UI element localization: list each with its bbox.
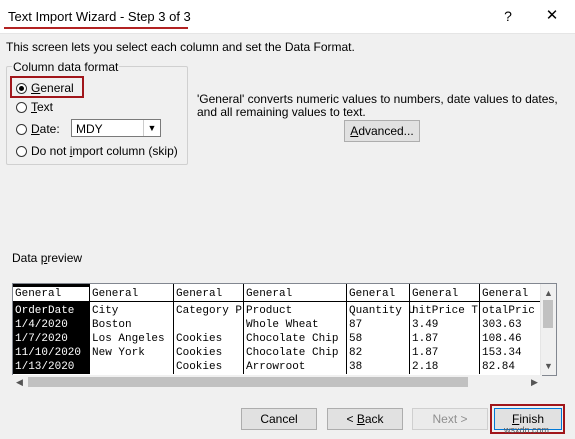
preview-column[interactable]: General Category P Cookies Cookies Cookies xyxy=(174,284,244,374)
header-divider xyxy=(13,301,543,302)
preview-cell: 1/4/2020 xyxy=(15,319,68,331)
preview-cell: 1.87 xyxy=(412,333,439,345)
radio-indicator[interactable] xyxy=(16,145,27,157)
preview-cell: Cookies xyxy=(176,361,223,373)
preview-cell: OrderDate xyxy=(15,305,75,317)
date-radio[interactable]: Date: xyxy=(16,121,60,137)
preview-cell: New York xyxy=(92,347,145,359)
preview-cell: 3.49 xyxy=(412,319,439,331)
preview-column[interactable]: General OrderDate 1/4/2020 1/7/2020 11/10/20… xyxy=(13,284,90,374)
data-preview-label: Data preview xyxy=(12,251,83,265)
preview-cell: 153.34 xyxy=(482,347,522,359)
scroll-up-icon[interactable]: ▲ xyxy=(541,286,556,300)
radio-indicator[interactable] xyxy=(16,123,27,135)
help-button[interactable]: ? xyxy=(496,4,520,28)
preview-cell: Category P xyxy=(176,305,243,317)
title-annotation-underline xyxy=(4,27,188,29)
scroll-right-icon[interactable]: ▶ xyxy=(527,375,542,389)
preview-cell: nitPrice T xyxy=(412,305,479,317)
preview-cell: 1.87 xyxy=(412,347,439,359)
horizontal-scrollbar[interactable]: ◀ ▶ xyxy=(12,375,542,389)
preview-cell: 303.63 xyxy=(482,319,522,331)
text-radio[interactable]: Text xyxy=(16,99,53,115)
preview-cell: 2.18 xyxy=(412,361,439,373)
preview-cell: 58 xyxy=(349,333,363,345)
scroll-thumb-horizontal[interactable] xyxy=(28,377,468,387)
watermark: wsxdn.com xyxy=(504,425,550,435)
radio-indicator[interactable] xyxy=(16,101,27,113)
preview-column-header[interactable]: General xyxy=(349,287,395,301)
preview-cell: Quantity U xyxy=(349,305,416,317)
date-format-value: MDY xyxy=(76,122,103,136)
wizard-description: This screen lets you select each column … xyxy=(6,40,355,54)
data-preview-grid[interactable]: General OrderDate 1/4/2020 1/7/2020 11/10/20… xyxy=(12,283,557,376)
preview-cell: 11/10/2020 xyxy=(15,347,82,359)
scroll-thumb[interactable] xyxy=(543,300,553,328)
general-radio[interactable]: General xyxy=(16,80,74,96)
preview-column-header[interactable]: General xyxy=(246,287,292,301)
preview-cell: 108.46 xyxy=(482,333,522,345)
preview-cell: Chocolate Chip xyxy=(246,347,339,359)
preview-cell: 1/13/2020 xyxy=(15,361,75,373)
advanced-button[interactable]: Advanced... xyxy=(344,120,420,142)
preview-cell: 82.84 xyxy=(482,361,516,373)
preview-cell: 82 xyxy=(349,347,363,359)
close-button[interactable]: ✕ xyxy=(538,4,566,28)
preview-cell: City xyxy=(92,305,119,317)
preview-cell: Whole Wheat xyxy=(246,319,319,331)
date-format-select[interactable]: MDY ▼ xyxy=(71,119,161,137)
preview-column[interactable]: General nitPrice T 3.49 1.87 1.87 2.18 xyxy=(410,284,480,374)
skip-radio-label: Do not import column (skip) xyxy=(31,144,178,158)
preview-cell: Chocolate Chip xyxy=(246,333,339,345)
preview-cell: Arrowroot xyxy=(246,361,306,373)
preview-column[interactable]: General Quantity U 87 58 82 38 xyxy=(347,284,415,374)
preview-column[interactable]: General Product Whole Wheat Chocolate Chip C… xyxy=(244,284,347,374)
cancel-button[interactable]: Cancel xyxy=(241,408,317,430)
text-radio-label: Text xyxy=(31,100,54,114)
date-radio-label: Date: xyxy=(31,122,60,136)
window-title: Text Import Wizard - Step 3 of 3 xyxy=(8,9,191,24)
scroll-left-icon[interactable]: ◀ xyxy=(12,375,27,389)
preview-cell: Cookies xyxy=(176,333,223,345)
chevron-down-icon[interactable]: ▼ xyxy=(143,120,160,136)
preview-column-header[interactable]: General xyxy=(13,287,90,301)
preview-column-header[interactable]: General xyxy=(412,287,458,301)
general-radio-label: General xyxy=(31,81,74,95)
preview-cell: Boston xyxy=(92,319,132,331)
preview-cell: Los Angeles xyxy=(92,333,165,345)
scroll-down-icon[interactable]: ▼ xyxy=(541,359,556,373)
preview-column[interactable]: General City Boston Los Angeles New York xyxy=(90,284,174,374)
preview-column-header[interactable]: General xyxy=(482,287,528,301)
skip-radio[interactable]: Do not import column (skip) xyxy=(16,143,178,159)
preview-column-header[interactable]: General xyxy=(92,287,138,301)
preview-cell: 87 xyxy=(349,319,363,331)
preview-cell: Cookies xyxy=(176,347,223,359)
preview-column[interactable]: General otalPric 303.63 108.46 153.34 82.84 xyxy=(480,284,543,374)
column-format-legend: Column data format xyxy=(12,60,120,74)
next-button[interactable]: Next > xyxy=(412,408,488,430)
preview-cell: 38 xyxy=(349,361,363,373)
preview-cell: otalPric xyxy=(482,305,535,317)
radio-indicator[interactable] xyxy=(16,82,27,94)
back-button[interactable]: < Back xyxy=(327,408,403,430)
preview-cell: 1/7/2020 xyxy=(15,333,68,345)
preview-column-header[interactable]: General xyxy=(176,287,222,301)
vertical-scrollbar[interactable]: ▲ ▼ xyxy=(540,284,556,375)
title-bar: Text Import Wizard - Step 3 of 3 ? ✕ xyxy=(0,0,575,34)
preview-cell: Product xyxy=(246,305,293,317)
format-info-text: 'General' converts numeric values to num… xyxy=(197,92,558,119)
